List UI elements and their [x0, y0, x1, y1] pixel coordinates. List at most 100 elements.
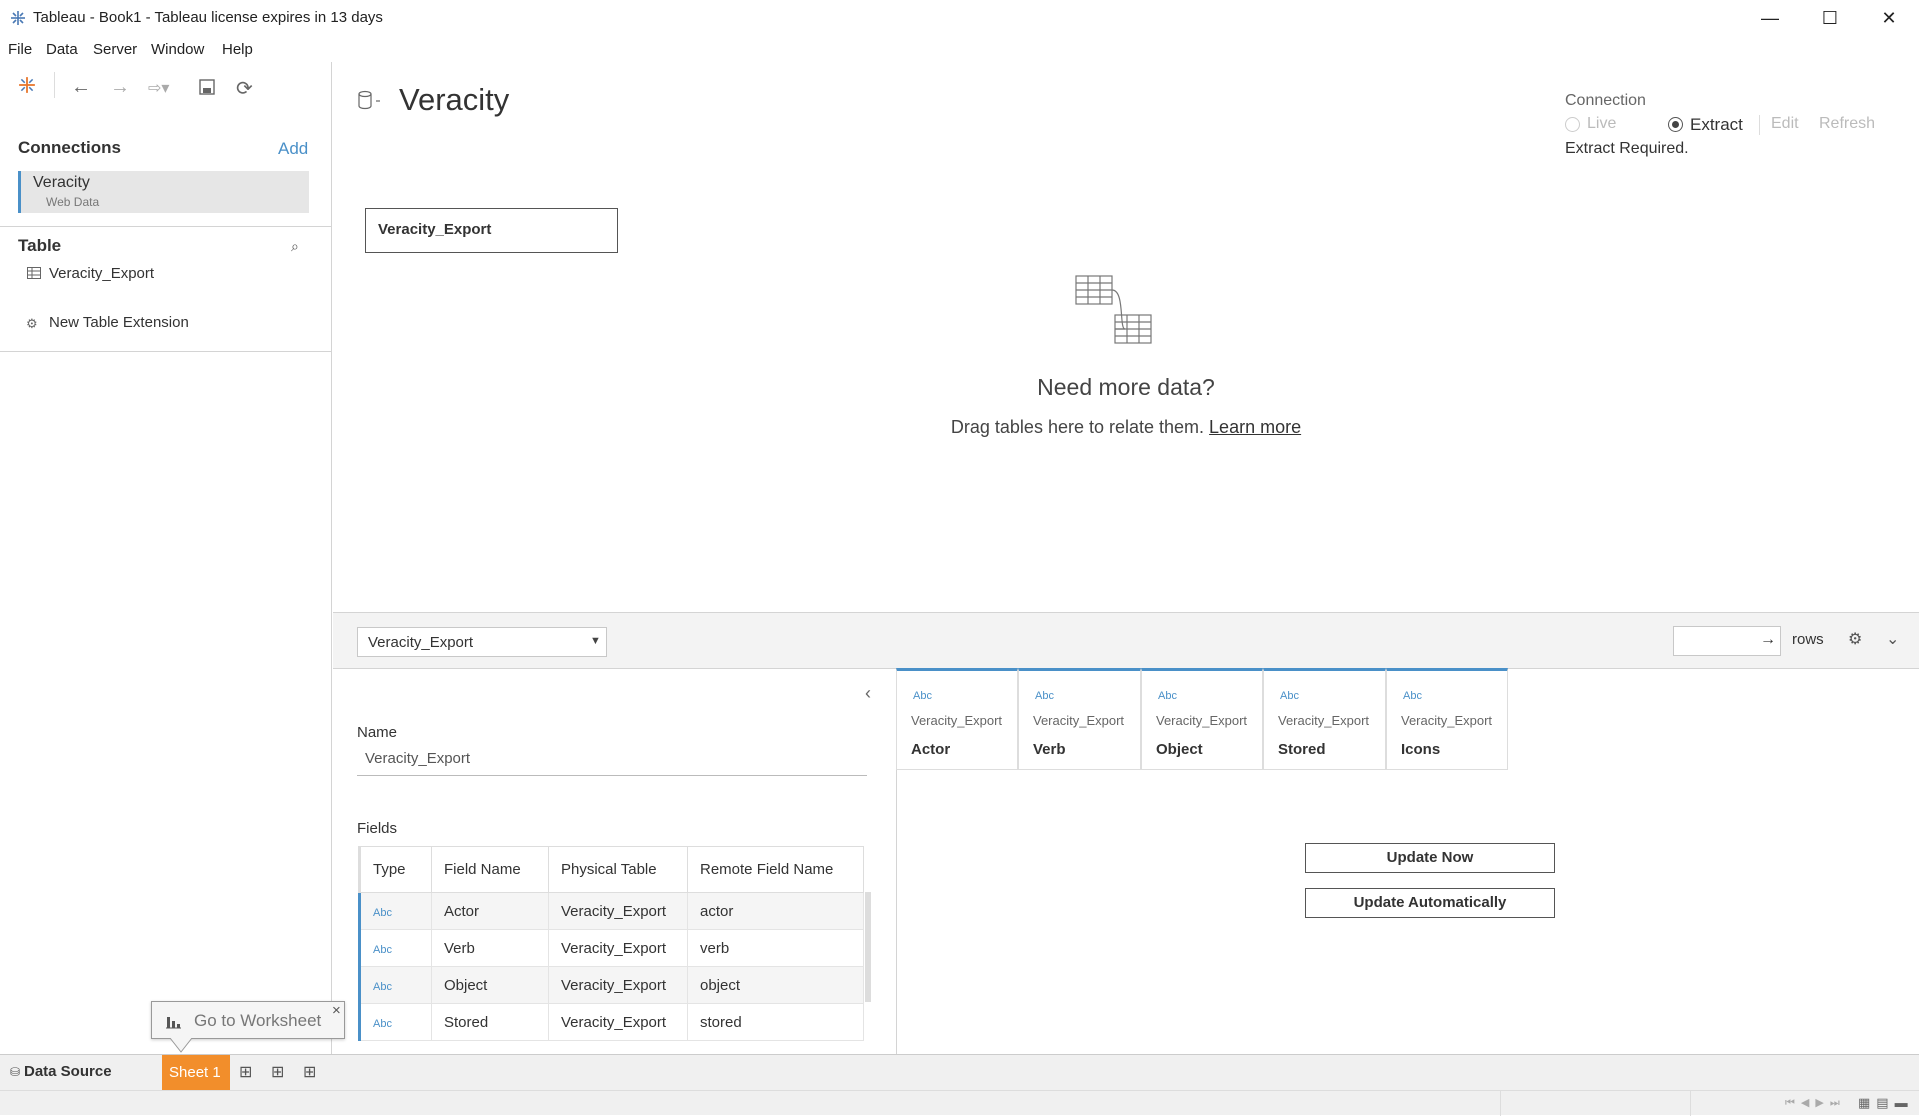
bar-chart-icon: [166, 1017, 181, 1029]
string-type-icon[interactable]: Abc: [1280, 690, 1299, 702]
name-field[interactable]: Veracity_Export: [357, 744, 867, 776]
preview-column-table: Veracity_Export: [911, 713, 1003, 728]
search-icon[interactable]: ⌕: [291, 238, 299, 255]
refresh-icon[interactable]: ⟳: [236, 76, 253, 101]
table-row[interactable]: Abc Actor Veracity_Export actor: [358, 892, 864, 930]
arrow-right-icon[interactable]: →: [1760, 631, 1776, 649]
table-row[interactable]: Abc Stored Veracity_Export stored: [358, 1003, 864, 1041]
col-header-physical-table[interactable]: Physical Table: [548, 846, 688, 893]
rows-label: rows: [1792, 631, 1824, 648]
remote-field-cell: stored: [687, 1003, 864, 1041]
string-type-icon[interactable]: Abc: [373, 907, 392, 919]
scrollbar[interactable]: [865, 892, 871, 1002]
edit-link[interactable]: Edit: [1771, 115, 1799, 133]
learn-more-link[interactable]: Learn more: [1209, 417, 1301, 437]
menu-server[interactable]: Server: [93, 41, 137, 58]
tab-data-source[interactable]: Data Source: [24, 1063, 112, 1080]
name-label: Name: [357, 724, 398, 741]
string-type-icon[interactable]: Abc: [1403, 690, 1422, 702]
field-name-cell[interactable]: Actor: [431, 892, 549, 930]
menu-data[interactable]: Data: [46, 41, 78, 58]
name-value: Veracity_Export: [365, 750, 471, 767]
datasource-name[interactable]: Veracity: [399, 82, 509, 118]
tableau-logo-icon: [11, 11, 25, 25]
relate-tables-icon: [1075, 275, 1152, 344]
back-icon[interactable]: ←: [71, 76, 91, 99]
window-title: Tableau - Book1 - Tableau license expire…: [33, 9, 383, 26]
connection-name: Veracity: [33, 174, 90, 191]
update-now-button[interactable]: Update Now: [1305, 843, 1555, 873]
preview-column-icons[interactable]: Abc Veracity_Export Icons: [1386, 668, 1508, 770]
divider: [1759, 115, 1760, 135]
col-header-type[interactable]: Type: [358, 846, 432, 893]
maximize-button[interactable]: ☐: [1815, 6, 1845, 30]
physical-table-cell: Veracity_Export: [548, 892, 688, 930]
preview-column-stored[interactable]: Abc Veracity_Export Stored: [1263, 668, 1386, 770]
table-select-value: Veracity_Export: [368, 634, 474, 651]
left-panel: ← → ⇨▾ ⟳ Connections Add Veracity Web Da…: [0, 62, 332, 1054]
chevron-down-icon: ▼: [590, 635, 601, 647]
string-type-icon[interactable]: Abc: [373, 1018, 392, 1030]
close-window-button[interactable]: ✕: [1874, 6, 1904, 30]
string-type-icon[interactable]: Abc: [373, 944, 392, 956]
live-radio[interactable]: [1565, 117, 1580, 132]
preview-column-table: Veracity_Export: [1401, 713, 1493, 728]
string-type-icon[interactable]: Abc: [1158, 690, 1177, 702]
new-dashboard-icon[interactable]: ⊞: [271, 1062, 284, 1082]
collapse-left-icon[interactable]: ‹: [865, 683, 871, 704]
connection-label: Connection: [1565, 92, 1646, 109]
new-story-icon[interactable]: ⊞: [303, 1062, 316, 1082]
table-icon: [27, 267, 41, 279]
collapse-chevron-icon[interactable]: ⌄: [1886, 629, 1899, 649]
forward-icon[interactable]: →: [110, 76, 130, 99]
extract-label: Extract: [1690, 115, 1743, 134]
redo-icon[interactable]: ⇨▾: [148, 78, 169, 98]
refresh-link[interactable]: Refresh: [1819, 115, 1875, 133]
close-icon[interactable]: ×: [332, 1002, 341, 1019]
connection-item-veracity[interactable]: Veracity Web Data: [18, 171, 309, 213]
sheet-view-icon[interactable]: ▦▤▬: [1858, 1095, 1914, 1111]
update-automatically-button[interactable]: Update Automatically: [1305, 888, 1555, 918]
new-table-extension[interactable]: New Table Extension: [49, 314, 189, 331]
table-pill-veracity-export[interactable]: Veracity_Export: [365, 208, 618, 253]
tab-sheet1[interactable]: Sheet 1: [162, 1055, 230, 1091]
field-name-cell[interactable]: Verb: [431, 929, 549, 967]
minimize-button[interactable]: —: [1755, 6, 1785, 30]
rows-input[interactable]: →: [1673, 626, 1781, 656]
preview-column-name: Actor: [911, 741, 951, 758]
tableau-home-icon[interactable]: [18, 76, 36, 94]
string-type-icon[interactable]: Abc: [373, 981, 392, 993]
extension-icon: ⚙: [26, 316, 38, 331]
remote-field-cell: object: [687, 966, 864, 1004]
extract-radio[interactable]: [1668, 117, 1683, 132]
menu-file[interactable]: File: [8, 41, 32, 58]
fields-label: Fields: [357, 820, 398, 837]
go-to-worksheet-tooltip[interactable]: Go to Worksheet ×: [151, 1001, 345, 1039]
col-header-remote-field[interactable]: Remote Field Name: [687, 846, 864, 893]
preview-column-verb[interactable]: Abc Veracity_Export Verb: [1018, 668, 1141, 770]
field-name-cell[interactable]: Stored: [431, 1003, 549, 1041]
menu-help[interactable]: Help: [222, 41, 253, 58]
add-connection-link[interactable]: Add: [278, 139, 308, 159]
live-label: Live: [1587, 115, 1617, 132]
table-item-veracity-export[interactable]: Veracity_Export: [49, 265, 154, 282]
menu-window[interactable]: Window: [151, 41, 204, 58]
string-type-icon[interactable]: Abc: [1035, 690, 1054, 702]
datasource-icon[interactable]: [358, 90, 384, 112]
table-row[interactable]: Abc Verb Veracity_Export verb: [358, 929, 864, 967]
drag-tables-text: Drag tables here to relate them.: [950, 417, 1205, 437]
preview-column-object[interactable]: Abc Veracity_Export Object: [1141, 668, 1263, 770]
table-row[interactable]: Abc Object Veracity_Export object: [358, 966, 864, 1004]
string-type-icon[interactable]: Abc: [913, 690, 932, 702]
sheet-nav-icon[interactable]: ⏮◀▶⏭: [1785, 1096, 1846, 1110]
title-bar: Tableau - Book1 - Tableau license expire…: [0, 0, 1919, 36]
field-name-cell[interactable]: Object: [431, 966, 549, 1004]
table-pill-label: Veracity_Export: [378, 221, 492, 238]
menu-bar: File Data Server Window Help: [0, 38, 1919, 62]
save-icon[interactable]: [198, 78, 216, 96]
gear-icon[interactable]: ⚙: [1848, 629, 1862, 649]
table-select[interactable]: Veracity_Export ▼: [357, 627, 607, 657]
preview-column-actor[interactable]: Abc Veracity_Export Actor: [896, 668, 1018, 770]
new-worksheet-icon[interactable]: ⊞: [239, 1062, 252, 1082]
col-header-field-name[interactable]: Field Name: [431, 846, 549, 893]
